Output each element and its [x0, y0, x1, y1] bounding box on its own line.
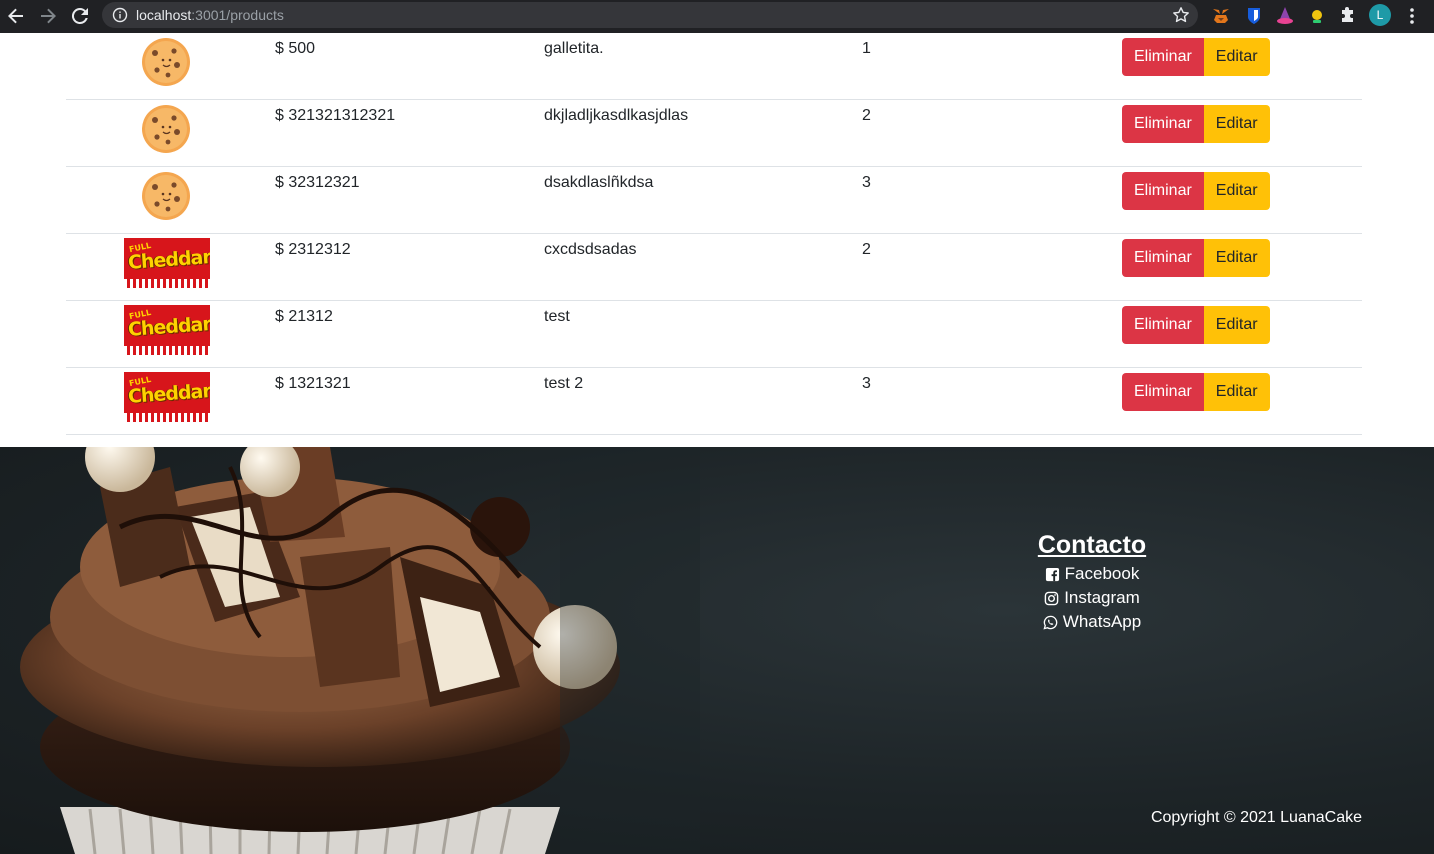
bookmark-star-icon[interactable] [1171, 5, 1191, 25]
contact-section: Contacto Facebook Instagram WhatsApp [1000, 531, 1184, 632]
delete-button[interactable]: Eliminar [1122, 172, 1204, 210]
reload-icon[interactable] [68, 4, 92, 28]
cheddar-stripes [124, 413, 210, 422]
cheddar-image: FULL Cheddar [124, 305, 210, 355]
cheddar-brand-text: Cheddar [127, 313, 210, 341]
edit-button[interactable]: Editar [1203, 105, 1270, 143]
product-name: galletita. [544, 40, 604, 57]
product-image-cell: FULL Cheddar [124, 372, 210, 422]
product-price: $ 21312 [275, 308, 333, 325]
cupcake-background-image [20, 447, 700, 854]
browser-toolbar: localhost:3001/products L [0, 0, 1434, 33]
edit-button[interactable]: Editar [1203, 172, 1270, 210]
product-quantity: 3 [862, 174, 871, 191]
row-actions: Eliminar Editar [1122, 306, 1270, 344]
product-image-cell [124, 104, 210, 154]
product-price: $ 2312312 [275, 241, 351, 258]
table-row: $ 500 galletita. 1 Eliminar Editar [66, 33, 1362, 100]
forward-icon[interactable] [36, 4, 60, 28]
product-image-cell: FULL Cheddar [124, 238, 210, 288]
contact-title: Contacto [1037, 531, 1147, 559]
bitwarden-extension-icon[interactable] [1243, 5, 1265, 27]
product-price: $ 500 [275, 40, 316, 57]
whatsapp-icon [1043, 615, 1058, 630]
edit-button[interactable]: Editar [1203, 239, 1270, 277]
footer: Contacto Facebook Instagram WhatsApp Cop… [0, 447, 1434, 854]
url-path: :3001/products [191, 7, 284, 23]
table-row: FULL Cheddar $ 21312 test Eliminar Edita… [66, 301, 1362, 368]
cheddar-stripes [124, 346, 210, 355]
cheddar-image: FULL Cheddar [124, 238, 210, 288]
cheddar-brand-text: Cheddar [127, 380, 210, 408]
instagram-icon [1044, 591, 1059, 605]
edit-button[interactable]: Editar [1203, 373, 1270, 411]
table-row: $ 32312321 dsakdlaslñkdsa 3 Eliminar Edi… [66, 167, 1362, 234]
product-price: $ 1321321 [275, 375, 351, 392]
facebook-square-icon [1045, 567, 1059, 581]
whatsapp-label: WhatsApp [1062, 612, 1142, 631]
edit-button[interactable]: Editar [1203, 306, 1270, 344]
delete-button[interactable]: Eliminar [1122, 373, 1204, 411]
cookie-image [142, 38, 190, 86]
product-quantity: 1 [862, 40, 871, 57]
product-image-cell [124, 171, 210, 221]
url-text[interactable]: localhost:3001/products [136, 7, 284, 23]
row-actions: Eliminar Editar [1122, 172, 1270, 210]
product-name: cxcdsdsadas [544, 241, 637, 258]
row-actions: Eliminar Editar [1122, 105, 1270, 143]
delete-button[interactable]: Eliminar [1122, 239, 1204, 277]
table-row: $ 321321312321 dkjladljkasdlkasjdlas 2 E… [66, 100, 1362, 167]
product-price: $ 321321312321 [275, 107, 396, 124]
product-image-cell: FULL Cheddar [124, 305, 210, 355]
facebook-link[interactable]: Facebook [1000, 564, 1184, 584]
site-info-icon[interactable] [112, 7, 128, 23]
product-quantity: 2 [862, 107, 871, 124]
extensions-puzzle-icon[interactable] [1337, 5, 1359, 27]
product-name: test [544, 308, 570, 325]
metamask-extension-icon[interactable] [1210, 5, 1232, 27]
copyright-text: Copyright © 2021 LuanaCake [1150, 809, 1362, 826]
delete-button[interactable]: Eliminar [1122, 38, 1204, 76]
kebab-menu-icon[interactable] [1405, 6, 1419, 26]
delete-button[interactable]: Eliminar [1122, 105, 1204, 143]
wizard-extension-icon[interactable] [1274, 5, 1296, 27]
instagram-link[interactable]: Instagram [1000, 588, 1184, 608]
instagram-label: Instagram [1064, 588, 1140, 607]
address-bar[interactable]: localhost:3001/products [102, 2, 1198, 28]
cookie-image [142, 172, 190, 220]
edit-button[interactable]: Editar [1203, 38, 1270, 76]
product-quantity: 3 [862, 375, 871, 392]
whatsapp-link[interactable]: WhatsApp [1000, 612, 1184, 632]
product-name: test 2 [544, 375, 584, 392]
back-icon[interactable] [4, 4, 28, 28]
product-quantity: 2 [862, 241, 871, 258]
url-host: localhost [136, 7, 192, 23]
table-row: FULL Cheddar $ 2312312 cxcdsdsadas 2 Eli… [66, 234, 1362, 301]
delete-button[interactable]: Eliminar [1122, 306, 1204, 344]
table-row: FULL Cheddar $ 1321321 test 2 3 Eliminar… [66, 368, 1362, 435]
profile-avatar[interactable]: L [1369, 4, 1391, 26]
cheddar-stripes [124, 279, 210, 288]
light-extension-icon[interactable] [1306, 5, 1328, 27]
cheddar-image: FULL Cheddar [124, 372, 210, 422]
product-name: dsakdlaslñkdsa [544, 174, 654, 191]
product-price: $ 32312321 [275, 174, 360, 191]
row-actions: Eliminar Editar [1122, 38, 1270, 76]
cheddar-brand-text: Cheddar [127, 246, 210, 274]
product-name: dkjladljkasdlkasjdlas [544, 107, 689, 124]
row-actions: Eliminar Editar [1122, 239, 1270, 277]
cookie-image [142, 105, 190, 153]
row-actions: Eliminar Editar [1122, 373, 1270, 411]
facebook-label: Facebook [1064, 564, 1140, 583]
product-image-cell [124, 37, 210, 87]
